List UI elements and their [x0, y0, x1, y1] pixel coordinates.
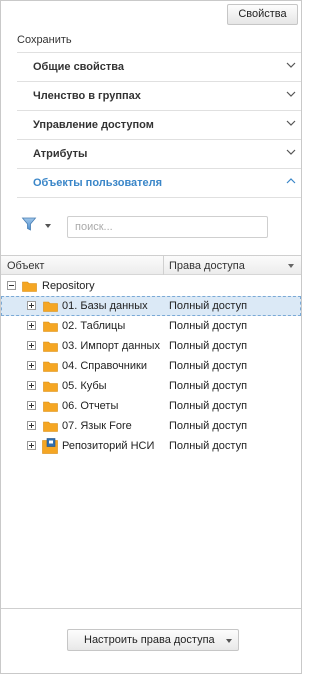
search-input[interactable]: [67, 216, 268, 238]
access-value: Полный доступ: [169, 380, 248, 392]
section-group-membership[interactable]: Членство в группах: [17, 81, 301, 110]
section-access-control[interactable]: Управление доступом: [17, 110, 301, 139]
section-label: Членство в группах: [33, 90, 141, 102]
chevron-down-icon: [286, 149, 296, 155]
object-name: Репозиторий НСИ: [62, 440, 155, 452]
tree-row[interactable]: 03. Импорт данных Полный доступ: [1, 336, 301, 356]
section-label: Объекты пользователя: [33, 177, 163, 189]
section-label: Атрибуты: [33, 148, 88, 160]
tree-row[interactable]: Репозиторий НСИ Полный доступ: [1, 436, 301, 456]
expand-icon[interactable]: [27, 321, 36, 330]
tree-row[interactable]: 07. Язык Fore Полный доступ: [1, 416, 301, 436]
object-name: 02. Таблицы: [62, 320, 126, 332]
access-value: Полный доступ: [169, 360, 248, 372]
expand-icon[interactable]: [27, 421, 36, 430]
object-name: 01. Базы данных: [62, 300, 148, 312]
folder-icon: [43, 301, 58, 312]
dropdown-caret-icon[interactable]: [226, 639, 232, 643]
access-value: Полный доступ: [169, 340, 248, 352]
folder-icon: [43, 401, 58, 412]
chevron-down-icon: [286, 62, 296, 68]
access-value: Полный доступ: [169, 300, 248, 312]
configure-access-label: Настроить права доступа: [84, 634, 215, 646]
access-value: Полный доступ: [169, 320, 248, 332]
tree-row[interactable]: 04. Справочники Полный доступ: [1, 356, 301, 376]
object-name: 03. Импорт данных: [62, 340, 160, 352]
folder-icon: [43, 381, 58, 392]
folder-icon: [22, 281, 37, 292]
chevron-down-icon: [286, 91, 296, 97]
configure-access-button[interactable]: Настроить права доступа: [67, 629, 239, 651]
tree-row[interactable]: 01. Базы данных Полный доступ: [1, 296, 301, 316]
save-link[interactable]: Сохранить: [17, 34, 72, 46]
folder-icon: [43, 361, 58, 372]
object-name: 04. Справочники: [62, 360, 147, 372]
tree-row[interactable]: 02. Таблицы Полный доступ: [1, 316, 301, 336]
tree-node-label: Repository: [42, 280, 95, 292]
expand-icon[interactable]: [27, 361, 36, 370]
collapse-icon[interactable]: [7, 281, 16, 290]
access-value: Полный доступ: [169, 440, 248, 452]
expand-icon[interactable]: [27, 401, 36, 410]
properties-button[interactable]: Свойства: [227, 4, 298, 25]
folder-icon: [43, 321, 58, 332]
expand-icon[interactable]: [27, 441, 36, 450]
tree-row[interactable]: 06. Отчеты Полный доступ: [1, 396, 301, 416]
column-header-object[interactable]: Объект: [7, 260, 44, 272]
expand-icon[interactable]: [27, 341, 36, 350]
funnel-icon[interactable]: [21, 216, 37, 232]
column-separator: [163, 256, 164, 275]
tree-row-root[interactable]: Repository: [1, 276, 301, 296]
chevron-up-icon: [286, 178, 296, 184]
object-permissions-panel: Свойства Сохранить Общие свойства Членст…: [0, 0, 302, 674]
repository-nsi-icon: [42, 438, 58, 454]
section-general-properties[interactable]: Общие свойства: [17, 52, 301, 81]
chevron-down-icon: [286, 120, 296, 126]
column-header-access[interactable]: Права доступа: [169, 260, 245, 272]
access-value: Полный доступ: [169, 400, 248, 412]
object-name: 07. Язык Fore: [62, 420, 132, 432]
grid-header: Объект Права доступа: [1, 256, 301, 275]
expand-icon[interactable]: [27, 301, 36, 310]
objects-grid: Объект Права доступа Repository 01. Базы…: [1, 255, 301, 609]
column-menu-caret-icon[interactable]: [288, 264, 294, 268]
tree-row[interactable]: 05. Кубы Полный доступ: [1, 376, 301, 396]
section-attributes[interactable]: Атрибуты: [17, 139, 301, 168]
folder-icon: [43, 341, 58, 352]
access-value: Полный доступ: [169, 420, 248, 432]
object-name: 05. Кубы: [62, 380, 107, 392]
expand-icon[interactable]: [27, 381, 36, 390]
section-user-objects[interactable]: Объекты пользователя: [17, 168, 301, 197]
section-label: Управление доступом: [33, 119, 154, 131]
folder-icon: [43, 421, 58, 432]
section-label: Общие свойства: [33, 61, 125, 73]
object-name: 06. Отчеты: [62, 400, 119, 412]
divider: [17, 197, 301, 198]
filter-dropdown-caret-icon[interactable]: [45, 224, 51, 228]
